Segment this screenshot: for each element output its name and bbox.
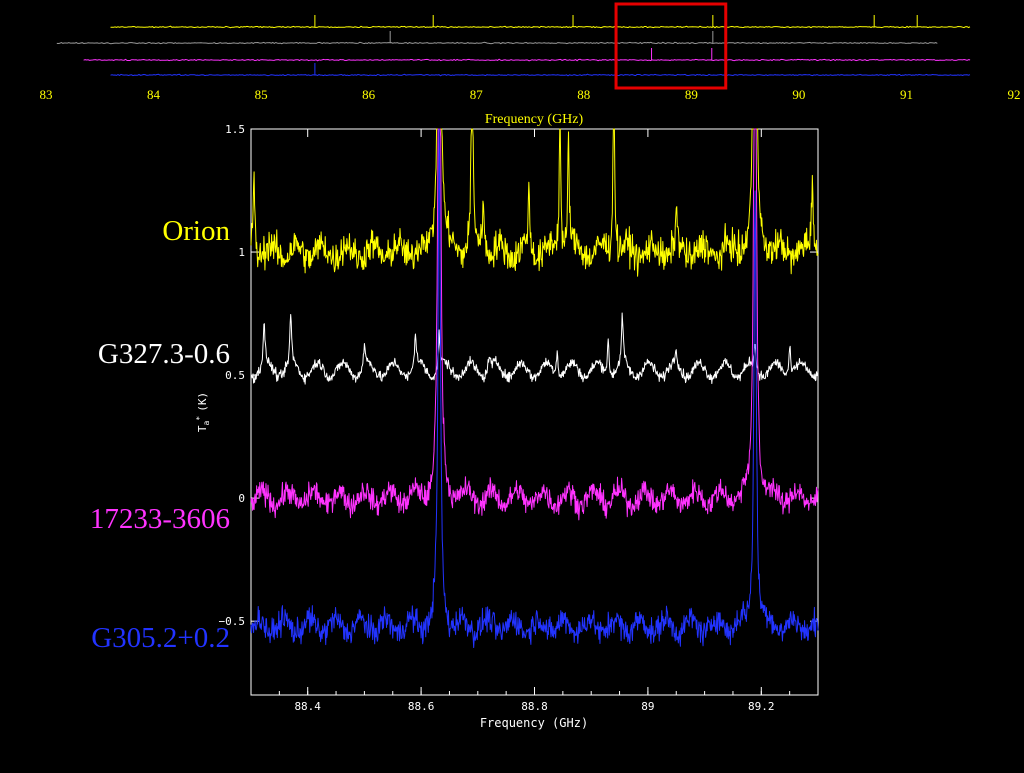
series-label: G327.3-0.6 — [98, 338, 230, 370]
overview-tick-label: 87 — [470, 87, 484, 102]
overview-series-line — [56, 41, 938, 45]
x-tick-label: 89 — [641, 700, 654, 713]
figure: 83 84 85 86 87 88 89 90 91 92 Frequency (GHz) 88.… — [0, 0, 1024, 768]
x-tick-label: 88.6 — [408, 700, 435, 713]
series-line — [250, 128, 819, 521]
overview-tick-label: 89 — [685, 87, 698, 102]
overview-zoom-highlight[interactable] — [614, 2, 728, 90]
series-label: Orion — [162, 215, 230, 247]
overview-tick-label: 91 — [900, 87, 913, 102]
svg-text:Ta*(K): Ta*(K) — [195, 392, 211, 432]
overview-tick-label: 84 — [147, 87, 161, 102]
series-line — [250, 128, 819, 277]
series-line — [250, 312, 819, 385]
overview-x-axis-label: Frequency (GHz) — [485, 112, 584, 127]
y-tick-label: 0.5 — [225, 369, 245, 382]
main-plot: 88.4 88.6 88.8 89 89.2−0.500.511.5 OrionG327… — [90, 123, 819, 730]
series-line — [250, 128, 819, 649]
overview-tick-label: 85 — [255, 87, 268, 102]
overview-series-line — [110, 73, 971, 77]
figure-canvas: 83 84 85 86 87 88 89 90 91 92 Frequency (GHz) 88.… — [40, 2, 1021, 730]
y-axis-label-superscript: * — [195, 416, 204, 421]
x-tick-label: 89.2 — [748, 700, 775, 713]
overview-tick-label: 83 — [40, 87, 53, 102]
overview-tick-label: 90 — [792, 87, 805, 102]
overview-series-group — [56, 15, 971, 77]
y-axis-label-unit: (K) — [196, 392, 209, 412]
y-tick-label: 0 — [238, 492, 245, 505]
x-tick-label: 88.4 — [294, 700, 321, 713]
series-labels: Orion G327.3-0.6 17233-3606 G305.2+0.2 — [90, 215, 231, 654]
x-tick-label: 88.8 — [521, 700, 548, 713]
overview-tick-label: 92 — [1008, 87, 1021, 102]
y-tick-label: 1.5 — [225, 123, 245, 136]
overview-strip: 83 84 85 86 87 88 89 90 91 92 Frequency (GHz) — [40, 2, 1021, 127]
plot-series-group — [250, 128, 819, 649]
overview-tick-label: 88 — [577, 87, 590, 102]
overview-series-line — [110, 25, 971, 29]
x-axis-label: Frequency (GHz) — [480, 716, 588, 730]
series-label: 17233-3606 — [90, 503, 230, 535]
overview-tick-labels: 83 84 85 86 87 88 89 90 91 92 — [40, 87, 1021, 102]
y-axis-label: Ta*(K) — [195, 392, 211, 432]
y-tick-label: 1 — [238, 246, 245, 259]
overview-tick-label: 86 — [362, 87, 376, 102]
series-label: G305.2+0.2 — [91, 622, 230, 654]
overview-series-line — [83, 58, 971, 62]
